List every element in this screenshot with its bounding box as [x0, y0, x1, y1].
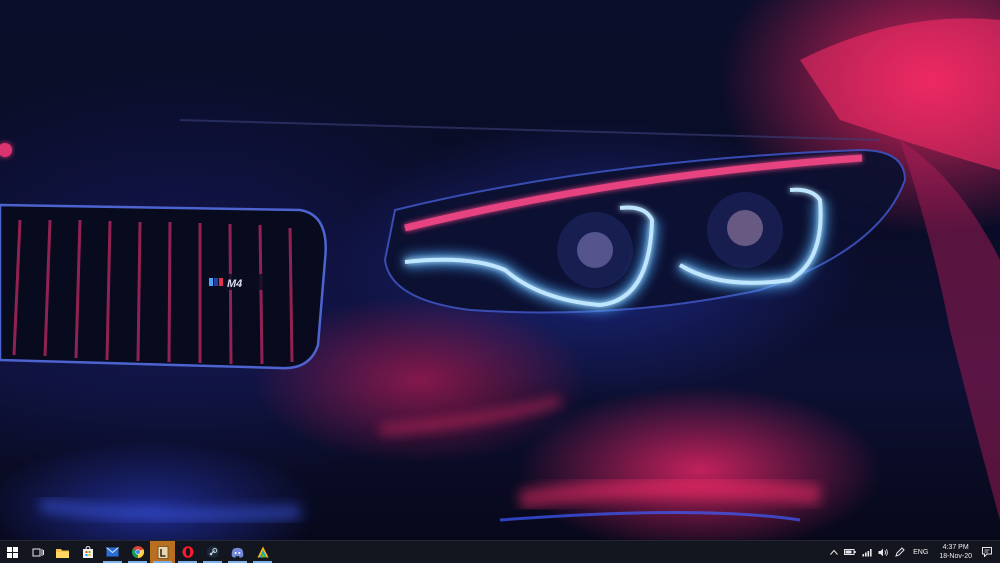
- logo-edge-glow: [0, 143, 12, 157]
- colorful-app-icon: [257, 546, 268, 558]
- hood-edge: [179, 119, 881, 141]
- taskbar: ENG 4:37 PM 18-Nov-20: [0, 540, 1000, 563]
- m4-badge: M4: [205, 274, 267, 290]
- clock-date: 18-Nov-20: [939, 553, 972, 560]
- speaker-icon: [878, 548, 888, 556]
- chrome-button[interactable]: [125, 541, 150, 563]
- show-hidden-icons-button[interactable]: [827, 541, 841, 563]
- file-explorer-button[interactable]: [50, 541, 75, 563]
- discord-button[interactable]: [225, 541, 250, 563]
- clock-time: 4:37 PM: [942, 544, 969, 551]
- desktop-wallpaper: M4: [0, 0, 1000, 540]
- network-tray-button[interactable]: [859, 541, 875, 563]
- start-button[interactable]: [0, 541, 25, 563]
- windows-start-icon: [7, 546, 18, 558]
- chevron-up-icon: [830, 549, 839, 555]
- bumper-blue-glow: [39, 498, 301, 522]
- battery-tray-button[interactable]: [841, 541, 859, 563]
- action-center-button[interactable]: [978, 541, 1000, 563]
- clock[interactable]: 4:37 PM 18-Nov-20: [933, 541, 978, 563]
- pen-workspace-button[interactable]: [892, 541, 908, 563]
- lens-reflection-right: [727, 210, 763, 246]
- steam-icon: [206, 546, 219, 558]
- task-view-button[interactable]: [25, 541, 50, 563]
- folder-icon: [56, 548, 69, 558]
- app-l-icon: [157, 545, 168, 559]
- system-tray: ENG 4:37 PM 18-Nov-20: [827, 541, 1000, 563]
- bumper-red-glow: [379, 395, 562, 435]
- mail-icon: [106, 547, 119, 557]
- opera-icon: [182, 546, 193, 558]
- chrome-icon: [131, 546, 144, 558]
- fender-reflection: [800, 18, 1000, 170]
- lower-red-reflection: [518, 478, 821, 510]
- discord-icon: [231, 547, 244, 558]
- notification-icon: [982, 547, 992, 557]
- opera-button[interactable]: [175, 541, 200, 563]
- active-app-button[interactable]: [150, 541, 175, 563]
- language-indicator[interactable]: ENG: [908, 541, 933, 563]
- wifi-icon: [862, 548, 872, 556]
- svg-text:M4: M4: [227, 278, 242, 290]
- lens-reflection-left: [577, 232, 613, 268]
- pen-icon: [895, 547, 905, 557]
- mail-button[interactable]: [100, 541, 125, 563]
- task-view-icon: [32, 548, 44, 556]
- car-headlight-wallpaper: M4: [0, 18, 1000, 522]
- headlight-housing: [383, 148, 907, 314]
- colorful-app-button[interactable]: [250, 541, 275, 563]
- volume-tray-button[interactable]: [875, 541, 892, 563]
- store-bag-icon: [82, 546, 93, 558]
- lower-blue-line: [499, 511, 801, 522]
- fender-side: [900, 140, 1000, 520]
- steam-button[interactable]: [200, 541, 225, 563]
- store-button[interactable]: [75, 541, 100, 563]
- battery-icon: [844, 549, 856, 555]
